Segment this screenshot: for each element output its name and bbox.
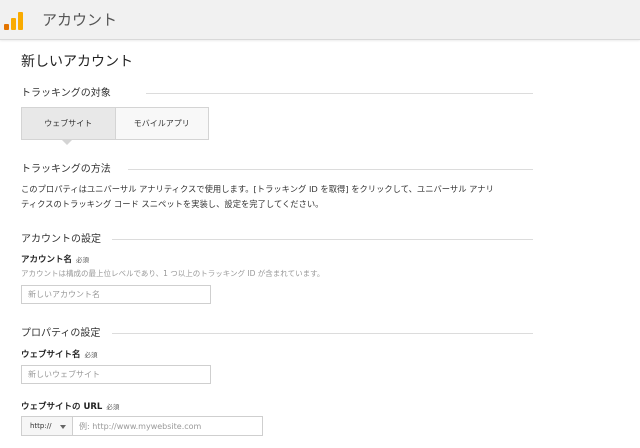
account-name-label: アカウント名 必須 (21, 255, 90, 265)
website-url-field: http:// 例: http://www.mywebsite.com (21, 416, 263, 436)
property-settings-heading: プロパティの設定 (21, 328, 101, 339)
protocol-select[interactable]: http:// (21, 416, 73, 436)
account-settings-heading: アカウントの設定 (21, 234, 101, 245)
website-name-label: ウェブサイト名 必須 (21, 350, 98, 360)
page-title: 新しいアカウント (21, 54, 133, 70)
website-option-button[interactable]: ウェブサイト (22, 108, 116, 139)
required-badge: 必須 (84, 351, 98, 359)
mobile-app-option-button[interactable]: モバイルアプリ (115, 108, 208, 139)
website-name-input[interactable]: 新しいウェブサイト (21, 365, 211, 384)
selected-caret-icon (62, 140, 72, 145)
tracking-target-heading: トラッキングの対象 (21, 88, 111, 99)
divider (128, 169, 533, 170)
analytics-logo-icon[interactable] (4, 10, 24, 30)
chevron-down-icon (60, 425, 66, 429)
divider (112, 239, 533, 240)
website-url-input[interactable]: 例: http://www.mywebsite.com (73, 416, 263, 436)
website-url-label: ウェブサイトの URL 必須 (21, 402, 120, 412)
account-name-hint: アカウントは構成の最上位レベルであり、1 つ以上のトラッキング ID が含まれて… (21, 269, 325, 278)
top-bar: アカウント (0, 0, 640, 40)
tracking-method-description: このプロパティはユニバーサル アナリティクスで使用します。[トラッキング ID … (21, 184, 494, 209)
header-title: アカウント (42, 11, 118, 29)
tracking-target-toggle: ウェブサイト モバイルアプリ (21, 107, 209, 140)
account-name-input[interactable]: 新しいアカウント名 (21, 285, 211, 304)
tracking-method-heading: トラッキングの方法 (21, 164, 111, 175)
required-badge: 必須 (76, 256, 90, 264)
divider (112, 333, 533, 334)
required-badge: 必須 (106, 403, 120, 411)
divider (146, 93, 533, 94)
